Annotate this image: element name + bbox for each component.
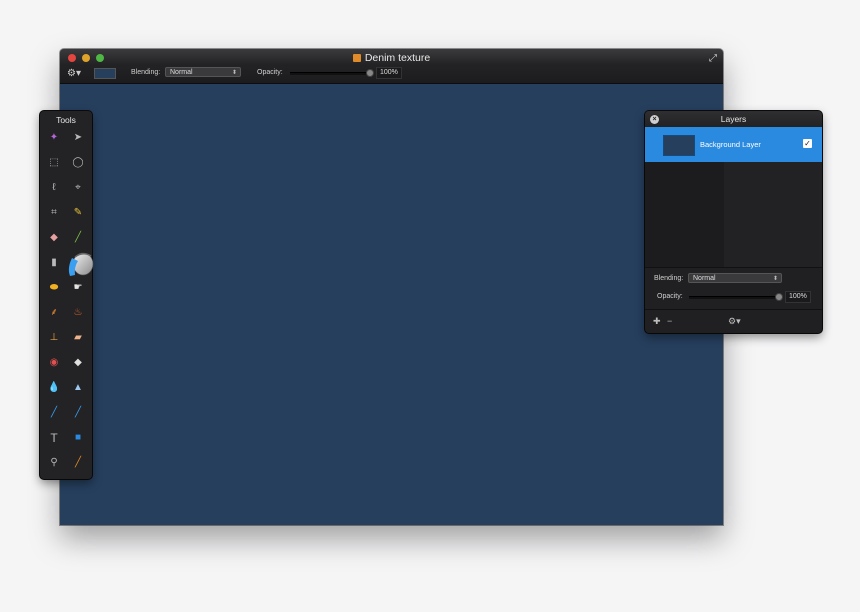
pen-icon[interactable]: ╱ bbox=[44, 403, 64, 423]
bandage-icon[interactable]: ▰ bbox=[68, 328, 88, 348]
blending-label: Blending: bbox=[131, 69, 161, 76]
layers-footer-divider bbox=[645, 309, 822, 310]
stamp-icon[interactable]: ⊥ bbox=[44, 328, 64, 348]
gear-icon[interactable]: ⚙▾ bbox=[67, 68, 81, 79]
layer-thumbnail bbox=[663, 135, 695, 156]
eyedropper-icon[interactable]: ╱ bbox=[68, 453, 88, 473]
document-window: Denim texture ⤢ ⚙▾ Blending: Normal ⬍ Op… bbox=[60, 49, 723, 525]
color-well[interactable] bbox=[94, 68, 116, 79]
arrow-select-icon[interactable]: ➤ bbox=[68, 128, 88, 148]
remove-layer-icon[interactable]: − bbox=[667, 316, 672, 326]
layers-header: × Layers bbox=[645, 111, 822, 127]
tools-palette: Tools ✦ ➤ ⬚ ◯ ℓ ⌖ ⌗ ✎ ◆ ╱ ▮ ⬬ ☛ ⸙ ♨ ⊥ ▰ … bbox=[40, 111, 92, 479]
window-title-container: Denim texture bbox=[60, 52, 723, 64]
rect-marquee-icon[interactable]: ⬚ bbox=[44, 153, 64, 173]
layer-opacity-slider-knob[interactable] bbox=[775, 293, 783, 301]
add-layer-icon[interactable]: ✚ bbox=[653, 316, 661, 327]
pen-add-icon[interactable]: ╱ bbox=[68, 403, 88, 423]
tools-title: Tools bbox=[56, 115, 76, 125]
gradient-icon[interactable]: ▮ bbox=[44, 253, 64, 273]
opacity-slider-track[interactable] bbox=[290, 72, 374, 75]
layer-blending-label: Blending: bbox=[654, 275, 684, 282]
sharpen-icon[interactable]: ▲ bbox=[68, 378, 88, 398]
burn-icon[interactable]: ♨ bbox=[68, 303, 88, 323]
layer-row-background[interactable]: Background Layer ✓ bbox=[645, 127, 822, 162]
clone-eraser-icon[interactable]: ◆ bbox=[68, 353, 88, 373]
red-eye-icon[interactable]: ◉ bbox=[44, 353, 64, 373]
opacity-slider-knob[interactable] bbox=[366, 69, 374, 77]
ellipse-marquee-icon[interactable]: ◯ bbox=[68, 153, 88, 173]
layers-title: Layers bbox=[720, 114, 747, 124]
title-bar[interactable]: Denim texture ⤢ ⚙▾ Blending: Normal ⬍ Op… bbox=[60, 49, 723, 84]
pencil-icon[interactable]: ✎ bbox=[68, 203, 88, 223]
opacity-value[interactable]: 100% bbox=[376, 67, 402, 79]
chevron-updown-icon: ⬍ bbox=[772, 276, 778, 282]
blending-select-value: Normal bbox=[170, 69, 193, 76]
eraser-icon[interactable]: ◆ bbox=[44, 228, 64, 248]
polygon-lasso-icon[interactable]: ⌖ bbox=[68, 178, 88, 198]
document-icon bbox=[352, 54, 361, 62]
smudge-icon[interactable]: ☛ bbox=[68, 278, 88, 298]
layers-list-empty-area-right bbox=[724, 162, 822, 267]
layers-list-empty-area bbox=[645, 162, 724, 267]
lasso-icon[interactable]: ℓ bbox=[44, 178, 64, 198]
chevron-updown-icon: ⬍ bbox=[231, 70, 237, 76]
brush-icon[interactable]: ╱ bbox=[68, 228, 88, 248]
fullscreen-arrows-icon[interactable]: ⤢ bbox=[709, 53, 717, 64]
layer-opacity-label: Opacity: bbox=[657, 293, 683, 300]
sponge-icon[interactable]: ⬬ bbox=[44, 278, 64, 298]
layers-panel: × Layers Background Layer ✓ Blending: No… bbox=[645, 111, 822, 333]
window-title: Denim texture bbox=[364, 52, 431, 64]
blur-icon[interactable]: 💧 bbox=[44, 378, 64, 398]
zoom-icon[interactable]: ⚲ bbox=[44, 453, 64, 473]
broom-icon[interactable]: ⸙ bbox=[44, 303, 64, 323]
layers-divider bbox=[645, 267, 822, 268]
layer-name: Background Layer bbox=[700, 140, 761, 149]
shape-icon[interactable]: ■ bbox=[68, 428, 88, 448]
layer-blending-select[interactable]: Normal ⬍ bbox=[688, 273, 782, 283]
layer-blending-select-value: Normal bbox=[693, 275, 716, 282]
gear-icon[interactable]: ⚙▾ bbox=[728, 316, 741, 327]
paint-bucket-cursor-icon bbox=[68, 252, 94, 276]
crop-icon[interactable]: ⌗ bbox=[44, 203, 64, 223]
text-icon[interactable]: T bbox=[44, 428, 64, 448]
layer-opacity-slider-track[interactable] bbox=[689, 296, 783, 299]
blending-select[interactable]: Normal ⬍ bbox=[165, 67, 241, 77]
opacity-label: Opacity: bbox=[257, 69, 283, 76]
magic-wand-icon[interactable]: ✦ bbox=[44, 128, 64, 148]
layer-opacity-value[interactable]: 100% bbox=[785, 291, 811, 303]
canvas[interactable] bbox=[60, 84, 723, 525]
layer-visibility-checkbox[interactable]: ✓ bbox=[803, 139, 812, 148]
